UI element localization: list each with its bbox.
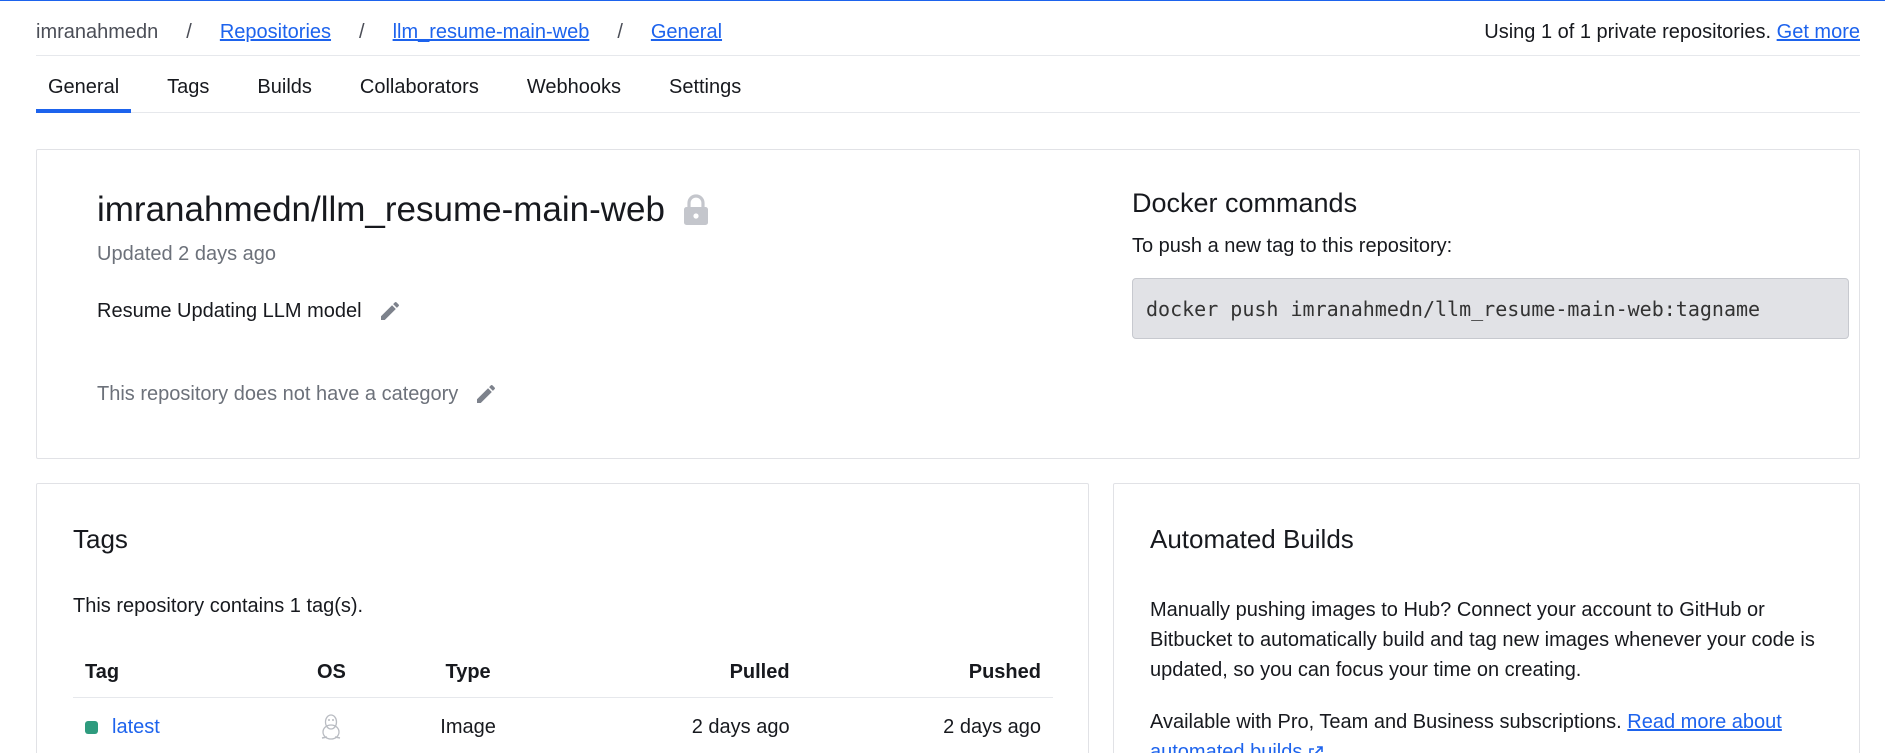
edit-description-icon[interactable]: [378, 299, 402, 323]
type-cell: Image: [440, 715, 496, 738]
repo-title: imranahmedn/llm_resume-main-web: [97, 190, 709, 230]
get-more-link[interactable]: Get more: [1777, 21, 1860, 43]
breadcrumb-repo-link[interactable]: llm_resume-main-web: [393, 21, 590, 44]
availability-text: Available with Pro, Team and Business su…: [1150, 711, 1622, 733]
repo-overview-card: imranahmedn/llm_resume-main-web Updated …: [36, 149, 1860, 459]
breadcrumb-separator: /: [186, 21, 192, 43]
breadcrumb-repositories-link[interactable]: Repositories: [220, 21, 331, 44]
header-bar: imranahmedn / Repositories / llm_resume-…: [36, 10, 1860, 56]
pushed-cell: 2 days ago: [943, 715, 1041, 738]
tag-link-latest[interactable]: latest: [112, 716, 160, 738]
lock-icon: [683, 194, 708, 225]
breadcrumb-separator: /: [359, 21, 365, 43]
column-header-pulled: Pulled: [550, 649, 802, 698]
os-cell: [277, 697, 386, 753]
edit-category-icon[interactable]: [474, 382, 498, 406]
repo-description-text: Resume Updating LLM model: [97, 299, 362, 322]
automated-builds-title: Automated Builds: [1150, 524, 1354, 554]
column-header-tag: Tag: [73, 649, 277, 698]
tags-title: Tags: [73, 524, 128, 554]
tab-settings[interactable]: Settings: [657, 66, 753, 113]
repo-description: Resume Updating LLM model: [97, 299, 402, 323]
repo-full-name: imranahmedn/llm_resume-main-web: [97, 190, 665, 229]
column-header-type: Type: [385, 649, 551, 698]
breadcrumb-user: imranahmedn: [36, 21, 159, 43]
repo-category-text: This repository does not have a category: [97, 382, 459, 405]
external-link-icon: [1309, 745, 1323, 753]
linux-icon: [322, 714, 341, 740]
automated-builds-availability: Available with Pro, Team and Business su…: [1150, 707, 1840, 753]
automated-builds-card: Automated Builds Manually pushing images…: [1113, 483, 1860, 753]
tags-card: Tags This repository contains 1 tag(s). …: [36, 483, 1089, 753]
tags-count: This repository contains 1 tag(s).: [73, 595, 364, 617]
docker-commands-panel: Docker commands To push a new tag to thi…: [1132, 188, 1849, 339]
status-dot: [85, 720, 98, 734]
tab-collaborators[interactable]: Collaborators: [348, 66, 491, 113]
docker-push-command[interactable]: docker push imranahmedn/llm_resume-main-…: [1132, 278, 1849, 339]
tab-tags[interactable]: Tags: [155, 66, 221, 113]
automated-builds-description: Manually pushing images to Hub? Connect …: [1150, 599, 1815, 681]
repo-category: This repository does not have a category: [97, 382, 498, 406]
tab-builds[interactable]: Builds: [245, 66, 323, 113]
repo-updated-time: Updated 2 days ago: [97, 243, 277, 265]
breadcrumb-separator: /: [617, 21, 623, 43]
column-header-pushed: Pushed: [801, 649, 1053, 698]
tags-table: Tag OS Type Pulled Pushed latest Image 2…: [73, 649, 1053, 753]
table-row: latest Image 2 days ago 2 days ago: [73, 697, 1053, 753]
column-header-os: OS: [276, 649, 386, 698]
docker-commands-subtitle: To push a new tag to this repository:: [1132, 235, 1453, 257]
tab-webhooks[interactable]: Webhooks: [515, 66, 633, 113]
usage-text: Using 1 of 1 private repositories.: [1484, 21, 1772, 43]
breadcrumb: imranahmedn / Repositories / llm_resume-…: [36, 21, 722, 44]
pulled-cell: 2 days ago: [691, 715, 790, 738]
tag-cell: latest: [73, 697, 277, 753]
table-header-row: Tag OS Type Pulled Pushed: [73, 649, 1053, 698]
docker-commands-title: Docker commands: [1132, 188, 1358, 218]
private-repo-usage: Using 1 of 1 private repositories. Get m…: [1484, 21, 1860, 44]
breadcrumb-general-link[interactable]: General: [651, 21, 722, 44]
tab-general[interactable]: General: [36, 66, 132, 113]
repo-tabs: General Tags Builds Collaborators Webhoo…: [36, 66, 1860, 113]
top-accent-line: [0, 0, 1885, 1]
